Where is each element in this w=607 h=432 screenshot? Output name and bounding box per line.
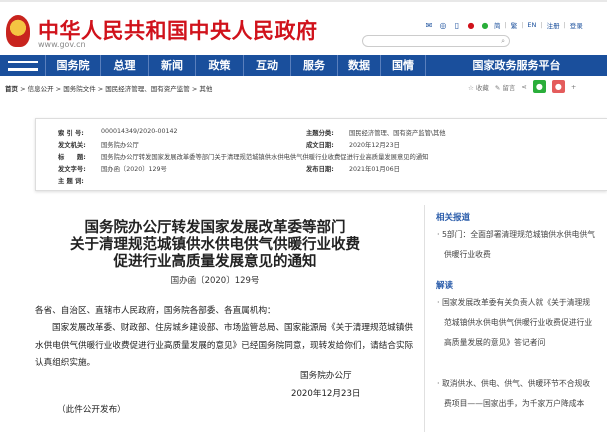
comment-button[interactable]: ✎ 留言 — [495, 82, 516, 92]
index-value: 000014349/2020-00142 — [101, 128, 178, 135]
date-value: 2020年12月23日 — [349, 142, 400, 149]
national-emblem-logo[interactable] — [6, 15, 30, 47]
link-english[interactable]: EN — [527, 21, 536, 29]
breadcrumb-category[interactable]: 国民经济管理、国有资产监管 — [105, 85, 190, 93]
link-simplified[interactable]: 简 — [494, 20, 501, 30]
body-paragraph: 国家发展改革委、财政部、住房城乡建设部、市场监管总局、国家能源局《关于清理规范城… — [35, 323, 414, 368]
related-reports-heading: 相关报道 — [436, 213, 471, 223]
related-link[interactable]: · 5部门：全面部署清理规范城镇供水供电供气供暖行业收费 — [437, 225, 597, 265]
main-nav: 国务院 总理 新闻 政策 互动 服务 数据 国情 国家政务服务平台 — [0, 55, 607, 76]
nav-home[interactable] — [0, 55, 45, 76]
sign-date: 2020年12月23日 — [291, 389, 361, 399]
interpretation-link[interactable]: · 国家发展改革委有关负责人就《关于清理规范城镇供水供电供气供暖行业收费促进行业… — [437, 293, 597, 353]
issuer-value: 国务院办公厅 — [101, 142, 139, 149]
salutation: 各省、自治区、直辖市人民政府，国务院各部委、各直属机构： — [35, 306, 276, 316]
nav-national-info[interactable]: 国情 — [380, 55, 425, 76]
title-line: 国务院办公厅转发国家发展改革委等部门 — [84, 220, 346, 236]
link-traditional[interactable]: 繁 — [511, 20, 518, 30]
share-icon[interactable]: ⋖ — [521, 83, 526, 91]
sidebar-divider — [424, 205, 425, 432]
topic-value: 国民经济管理、国有资产监管\其他 — [349, 130, 446, 137]
nav-gov-service-platform[interactable]: 国家政务服务平台 — [425, 55, 607, 76]
nav-data[interactable]: 数据 — [337, 55, 380, 76]
date-label: 成文日期: — [306, 142, 334, 149]
index-label: 索 引 号: — [58, 130, 84, 137]
nav-services[interactable]: 服务 — [290, 55, 337, 76]
favorite-button[interactable]: ☆ 收藏 — [468, 82, 489, 92]
keywords-label: 主 题 词: — [58, 178, 84, 185]
interpretation-heading: 解读 — [436, 281, 454, 291]
nav-premier[interactable]: 总理 — [100, 55, 148, 76]
publication-note: （此件公开发布） — [57, 405, 126, 415]
signer: 国务院办公厅 — [300, 371, 352, 381]
mobile-icon[interactable]: ▯ — [452, 21, 462, 30]
site-url: www.gov.cn — [38, 40, 86, 49]
document-info-box: 索 引 号: 000014349/2020-00142 主题分类: 国民经济管理… — [35, 118, 607, 191]
tiananmen-icon — [7, 60, 38, 71]
nav-state-council[interactable]: 国务院 — [45, 55, 100, 76]
breadcrumb: 首页 > 信息公开 > 国务院文件 > 国民经济管理、国有资产监管 > 其他 — [5, 85, 213, 93]
header-tools: ✉ ◎ ▯ ● ● 简 | 繁 | EN | 注册 | 登录 — [424, 20, 583, 31]
issuer-label: 发文机关: — [58, 142, 86, 149]
nav-policy[interactable]: 政策 — [195, 55, 243, 76]
link-register[interactable]: 注册 — [547, 20, 560, 30]
search-icon[interactable]: ⌕ — [501, 37, 505, 45]
app-icon[interactable]: ◎ — [438, 21, 448, 30]
breadcrumb-other[interactable]: 其他 — [199, 85, 212, 93]
link-login[interactable]: 登录 — [570, 20, 583, 30]
nav-interaction[interactable]: 互动 — [243, 55, 290, 76]
wechat-icon[interactable]: ● — [480, 21, 490, 30]
docno-value: 国办函〔2020〕129号 — [101, 166, 167, 173]
docno-label: 发文字号: — [58, 166, 86, 173]
document-title: 国务院办公厅转发国家发展改革委等部门 关于清理规范城镇供水供电供气供暖行业收费 … — [30, 220, 400, 271]
title-line: 促进行业高质量发展意见的通知 — [113, 254, 317, 270]
breadcrumb-info[interactable]: 信息公开 — [28, 85, 54, 93]
share-bar: ☆ 收藏 ✎ 留言 ⋖ ● ● + — [468, 80, 576, 93]
pub-value: 2021年01月06日 — [349, 166, 400, 173]
nav-news[interactable]: 新闻 — [148, 55, 195, 76]
title-label: 标 题: — [58, 154, 86, 161]
document-number: 国办函〔2020〕129号 — [170, 276, 260, 286]
mail-icon[interactable]: ✉ — [424, 21, 434, 30]
weibo-share-icon[interactable]: ● — [551, 80, 565, 93]
breadcrumb-home[interactable]: 首页 — [5, 85, 18, 93]
breadcrumb-docs[interactable]: 国务院文件 — [63, 85, 96, 93]
title-value: 国务院办公厅转发国家发展改革委等部门关于清理规范城镇供水供电供气供暖行业收费促进… — [101, 154, 429, 161]
weibo-icon[interactable]: ● — [466, 21, 476, 30]
pub-label: 发布日期: — [306, 166, 334, 173]
search-input[interactable]: ⌕ — [362, 35, 510, 47]
more-share-icon[interactable]: + — [571, 83, 576, 91]
topic-label: 主题分类: — [306, 130, 334, 137]
wechat-share-icon[interactable]: ● — [532, 80, 546, 93]
site-header: 中华人民共和国中央人民政府 www.gov.cn ✉ ◎ ▯ ● ● 简 | 繁 |… — [0, 0, 607, 55]
title-line: 关于清理规范城镇供水供电供气供暖行业收费 — [70, 237, 360, 253]
interpretation-link[interactable]: · 取消供水、供电、供气、供暖环节不合规收费项目——国家出手，为千家万户降成本 — [437, 374, 597, 414]
